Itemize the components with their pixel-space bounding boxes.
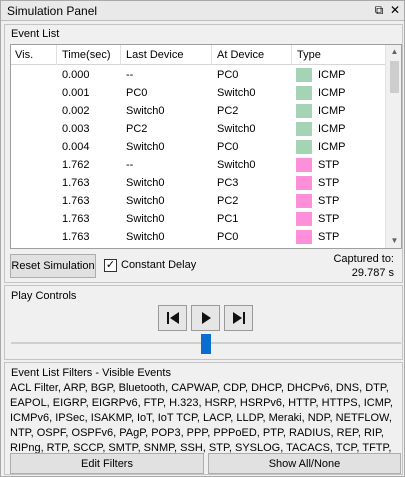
captured-value: 29.787 s <box>351 267 394 279</box>
event-type: STP <box>318 213 340 225</box>
reset-simulation-button[interactable]: Reset Simulation <box>10 254 96 278</box>
event-last-device: Switch0 <box>126 177 165 189</box>
constant-delay-checkbox[interactable]: ✓ <box>104 259 117 272</box>
event-time: 1.762 <box>62 159 90 171</box>
event-at-device: PC0 <box>217 141 239 153</box>
event-row[interactable]: 1.763 Switch0 PC2 STP <box>11 192 385 210</box>
event-at-device: Switch0 <box>217 159 256 171</box>
title-bar: Simulation Panel ⧉ ✕ <box>1 1 404 21</box>
event-at-device: PC1 <box>217 213 239 225</box>
event-row[interactable]: 0.000 -- PC0 ICMP <box>11 66 385 84</box>
window-title: Simulation Panel <box>7 4 98 18</box>
captured-label: Captured to: <box>333 253 394 265</box>
column-header-at-device[interactable]: At Device <box>217 49 264 61</box>
event-type-color-swatch <box>296 176 312 190</box>
event-row[interactable]: 0.003 PC2 Switch0 ICMP <box>11 120 385 138</box>
restore-icon[interactable]: ⧉ <box>372 3 386 17</box>
event-last-device: Switch0 <box>126 213 165 225</box>
event-last-device: PC0 <box>126 87 148 99</box>
table-header: Vis. Time(sec) Last Device At Device Typ… <box>11 45 385 65</box>
event-at-device: PC2 <box>217 195 239 207</box>
event-type: STP <box>318 195 340 207</box>
event-row[interactable]: 0.002 Switch0 PC2 ICMP <box>11 102 385 120</box>
event-row[interactable]: 0.001 PC0 Switch0 ICMP <box>11 84 385 102</box>
event-type: ICMP <box>318 69 346 81</box>
vertical-scrollbar[interactable]: ▲ ▼ <box>385 45 401 248</box>
event-time: 1.763 <box>62 195 90 207</box>
event-type-color-swatch <box>296 212 312 226</box>
column-header-type[interactable]: Type <box>297 49 321 61</box>
event-type-color-swatch <box>296 68 312 82</box>
event-type: ICMP <box>318 87 346 99</box>
event-type-color-swatch <box>296 104 312 118</box>
event-at-device: PC3 <box>217 177 239 189</box>
event-last-device: Switch0 <box>126 231 165 243</box>
step-forward-button[interactable] <box>224 305 253 331</box>
event-at-device: PC0 <box>217 231 239 243</box>
event-row[interactable]: 1.763 Switch0 PC1 STP <box>11 210 385 228</box>
edit-filters-button[interactable]: Edit Filters <box>10 453 204 474</box>
event-time: 0.000 <box>62 69 90 81</box>
event-time: 1.763 <box>62 177 90 189</box>
event-row[interactable]: 1.762 -- Switch0 STP <box>11 156 385 174</box>
event-type-color-swatch <box>296 140 312 154</box>
event-time: 0.002 <box>62 105 90 117</box>
event-type-color-swatch <box>296 86 312 100</box>
event-type-color-swatch <box>296 194 312 208</box>
event-last-device: -- <box>126 159 134 171</box>
column-header-vis[interactable]: Vis. <box>15 49 33 61</box>
event-row[interactable]: 1.763 Switch0 PC0 STP <box>11 228 385 246</box>
event-last-device: -- <box>126 69 134 81</box>
event-row[interactable]: 1.763 Switch0 PC3 STP <box>11 174 385 192</box>
filters-label: Event List Filters - Visible Events <box>11 367 171 379</box>
event-type-color-swatch <box>296 158 312 172</box>
scroll-down-icon[interactable]: ▼ <box>386 234 401 248</box>
event-type: STP <box>318 177 340 189</box>
event-at-device: Switch0 <box>217 123 256 135</box>
event-type: ICMP <box>318 105 346 117</box>
close-icon[interactable]: ✕ <box>388 3 402 17</box>
event-last-device: Switch0 <box>126 195 165 207</box>
event-type: ICMP <box>318 141 346 153</box>
event-time: 0.003 <box>62 123 90 135</box>
event-list-table: Vis. Time(sec) Last Device At Device Typ… <box>10 44 402 249</box>
play-controls-label: Play Controls <box>11 290 77 302</box>
play-icon <box>201 312 211 324</box>
step-forward-icon <box>232 312 245 324</box>
playback-slider-thumb[interactable] <box>201 334 211 354</box>
event-last-device: PC2 <box>126 123 148 135</box>
event-row[interactable]: 0.004 Switch0 PC0 ICMP <box>11 138 385 156</box>
event-time: 1.763 <box>62 213 90 225</box>
event-at-device: PC2 <box>217 105 239 117</box>
event-type: ICMP <box>318 123 346 135</box>
column-header-last-device[interactable]: Last Device <box>126 49 183 61</box>
play-button[interactable] <box>191 305 220 331</box>
step-back-button[interactable] <box>158 305 187 331</box>
constant-delay-label: Constant Delay <box>121 259 197 271</box>
scroll-thumb[interactable] <box>390 61 399 93</box>
event-at-device: Switch0 <box>217 87 256 99</box>
column-header-time[interactable]: Time(sec) <box>62 49 110 61</box>
step-back-icon <box>166 312 179 324</box>
event-type-color-swatch <box>296 122 312 136</box>
event-list-label: Event List <box>11 28 60 40</box>
event-time: 1.763 <box>62 231 90 243</box>
event-time: 0.001 <box>62 87 90 99</box>
scroll-up-icon[interactable]: ▲ <box>386 45 401 59</box>
event-type: STP <box>318 159 340 171</box>
simulation-panel: Simulation Panel ⧉ ✕ Event List Vis. Tim… <box>0 0 405 477</box>
event-time: 0.004 <box>62 141 90 153</box>
show-all-none-button[interactable]: Show All/None <box>208 453 401 474</box>
event-last-device: Switch0 <box>126 105 165 117</box>
event-last-device: Switch0 <box>126 141 165 153</box>
event-type-color-swatch <box>296 230 312 244</box>
event-at-device: PC0 <box>217 69 239 81</box>
event-type: STP <box>318 231 340 243</box>
